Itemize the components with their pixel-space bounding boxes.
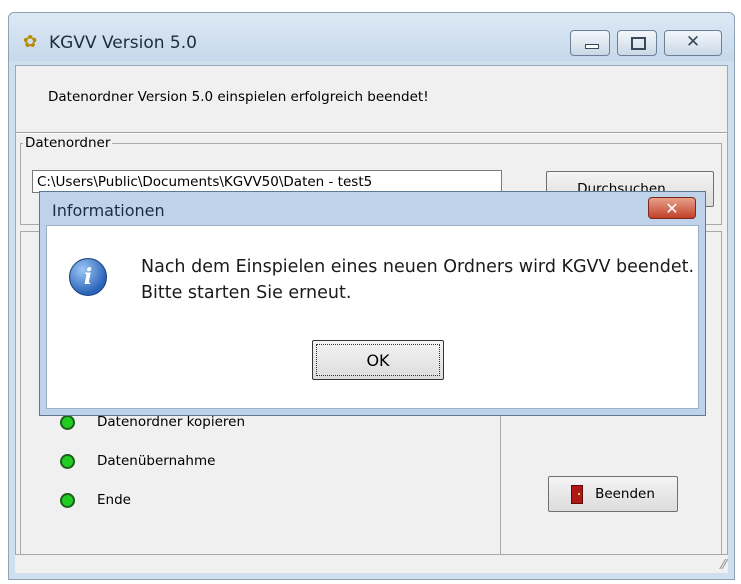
data-folder-group-label: Datenordner (23, 135, 113, 151)
status-indicator-icon (60, 414, 75, 430)
sunflower-icon: ✿ (23, 32, 38, 52)
info-icon: i (69, 258, 107, 296)
title-bar: ✿ KGVV Version 5.0 ✕ (9, 13, 734, 61)
maximize-button[interactable] (617, 30, 657, 56)
status-indicator-icon (60, 492, 75, 508)
dialog-message-line-2: Bitte starten Sie erneut. (141, 283, 352, 303)
dialog-message-line-1: Nach dem Einspielen eines neuen Ordners … (141, 257, 695, 277)
step-data-import: Datenübernahme (60, 453, 215, 469)
dialog-message: Nach dem Einspielen eines neuen Ordners … (141, 254, 694, 306)
step-copy-folder: Datenordner kopieren (60, 414, 245, 430)
step-label: Ende (97, 492, 131, 508)
data-folder-path-input[interactable] (32, 170, 502, 193)
ok-button[interactable]: OK (312, 340, 444, 380)
close-button[interactable]: ✕ (664, 30, 722, 56)
close-icon: ✕ (685, 32, 701, 52)
door-exit-icon (571, 484, 584, 504)
exit-button[interactable]: Beenden (548, 476, 678, 512)
dialog-body: i Nach dem Einspielen eines neuen Ordner… (46, 225, 699, 409)
window-title: KGVV Version 5.0 (49, 33, 197, 53)
minimize-icon (585, 44, 599, 49)
resize-grip-icon[interactable]: ⁄⁄ (722, 558, 726, 573)
dialog-close-button[interactable]: ✕ (648, 197, 696, 219)
dialog-title: Informationen (52, 201, 165, 220)
exit-button-label: Beenden (595, 486, 655, 502)
separator (16, 132, 727, 134)
step-label: Datenordner kopieren (97, 414, 246, 430)
status-bar: ⁄⁄ (15, 554, 728, 573)
status-message: Datenordner Version 5.0 einspielen erfol… (48, 89, 429, 105)
step-end: Ende (60, 492, 131, 508)
status-indicator-icon (60, 453, 75, 469)
minimize-button[interactable] (570, 30, 610, 56)
step-label: Datenübernahme (97, 453, 216, 469)
info-dialog: Informationen ✕ i Nach dem Einspielen ei… (39, 191, 706, 416)
maximize-icon (631, 37, 646, 50)
